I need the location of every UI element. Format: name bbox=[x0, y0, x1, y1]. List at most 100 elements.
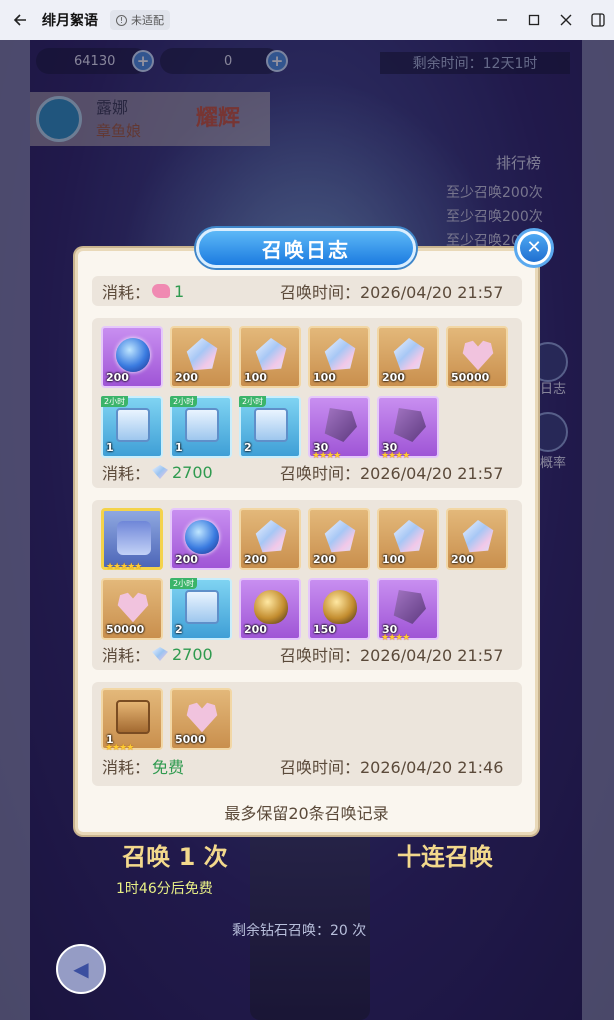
egg-icon bbox=[254, 590, 288, 624]
crystal-icon bbox=[255, 520, 287, 553]
compat-badge: ! 未适配 bbox=[110, 10, 170, 30]
shrimp-ticket-icon bbox=[152, 284, 170, 298]
log-entry-footer: 消耗： 免费 召唤时间：2026/04/20 21:46 bbox=[92, 754, 522, 778]
reward-item-chest[interactable]: 2小时 2 bbox=[239, 396, 301, 458]
sidebar-toggle-icon[interactable] bbox=[582, 0, 614, 40]
reward-item-crystal[interactable]: 200 bbox=[446, 508, 508, 570]
back-button[interactable]: ◀ bbox=[56, 944, 106, 994]
face-icon bbox=[117, 521, 151, 555]
shard-icon bbox=[393, 590, 426, 624]
cost-amount: 2700 bbox=[172, 462, 213, 482]
duration-tag: 2小时 bbox=[170, 578, 198, 589]
item-quantity: 200 bbox=[244, 553, 267, 566]
summon-ten-button[interactable]: 十连召唤 bbox=[360, 832, 530, 876]
chest-icon bbox=[185, 408, 219, 442]
item-quantity: 2 bbox=[175, 623, 183, 636]
heart-icon bbox=[462, 340, 494, 371]
cost-amount: 免费 bbox=[152, 758, 185, 777]
close-icon: ✕ bbox=[520, 234, 548, 262]
item-quantity: 200 bbox=[175, 553, 198, 566]
shard-icon bbox=[324, 408, 357, 442]
log-entry-footer: 消耗： 1 召唤时间：2026/04/20 21:57 bbox=[92, 279, 522, 303]
star-rating: ★★★★★ bbox=[106, 562, 142, 572]
window-controls bbox=[486, 0, 614, 40]
crystal-icon bbox=[186, 338, 218, 371]
reward-item-orb[interactable]: 200 bbox=[101, 326, 163, 388]
cost-amount: 1 bbox=[174, 281, 185, 301]
reward-item-shard[interactable]: 30 ★★★★ bbox=[308, 396, 370, 461]
reward-item-shard[interactable]: 30 ★★★★ bbox=[377, 396, 439, 461]
box-icon bbox=[116, 700, 150, 734]
reward-item-shard[interactable]: 30 ★★★★ bbox=[377, 578, 439, 643]
maximize-icon[interactable] bbox=[518, 0, 550, 40]
chest-icon bbox=[185, 590, 219, 624]
summon-time: 召唤时间：2026/04/20 21:57 bbox=[280, 283, 504, 302]
reward-item-heart[interactable]: 50000 bbox=[446, 326, 508, 388]
shard-icon bbox=[393, 408, 426, 442]
item-quantity: 50000 bbox=[106, 623, 145, 636]
dialog-title: 召唤日志 bbox=[196, 228, 416, 268]
cost-label: 消耗： bbox=[102, 283, 151, 302]
cost-amount: 2700 bbox=[172, 644, 213, 664]
reward-item-chest[interactable]: 2小时 1 bbox=[170, 396, 232, 458]
duration-tag: 2小时 bbox=[239, 396, 267, 407]
minimize-icon[interactable] bbox=[486, 0, 518, 40]
reward-item-crystal[interactable]: 200 bbox=[239, 508, 301, 570]
cost-value: 2700 bbox=[152, 463, 213, 482]
reward-item-crystal[interactable]: 200 bbox=[377, 326, 439, 388]
item-quantity: 1 bbox=[106, 441, 114, 454]
reward-item-orb[interactable]: 200 bbox=[170, 508, 232, 570]
item-quantity: 200 bbox=[175, 371, 198, 384]
reward-item-box[interactable]: 1 ★★★★ bbox=[101, 688, 163, 753]
reward-item-crystal[interactable]: 200 bbox=[170, 326, 232, 388]
summon-time: 召唤时间：2026/04/20 21:46 bbox=[280, 758, 504, 777]
chest-icon bbox=[116, 408, 150, 442]
info-icon: ! bbox=[116, 14, 127, 26]
item-quantity: 100 bbox=[244, 371, 267, 384]
crystal-icon bbox=[462, 520, 494, 553]
diamond-icon bbox=[152, 465, 168, 479]
item-quantity: 100 bbox=[313, 371, 336, 384]
reward-item-egg[interactable]: 150 bbox=[308, 578, 370, 640]
heart-icon bbox=[117, 592, 149, 623]
crystal-icon bbox=[324, 520, 356, 553]
item-quantity: 100 bbox=[382, 553, 405, 566]
reward-item-face[interactable]: ★★★★★ bbox=[101, 508, 163, 572]
reward-item-chest[interactable]: 2小时 2 bbox=[170, 578, 232, 640]
reward-item-crystal[interactable]: 100 bbox=[377, 508, 439, 570]
reward-item-crystal[interactable]: 100 bbox=[239, 326, 301, 388]
reward-item-chest[interactable]: 2小时 1 bbox=[101, 396, 163, 458]
cost-label: 消耗： bbox=[102, 758, 151, 777]
reward-item-crystal[interactable]: 200 bbox=[308, 508, 370, 570]
item-quantity: 200 bbox=[451, 553, 474, 566]
item-quantity: 200 bbox=[313, 553, 336, 566]
close-dialog-button[interactable]: ✕ bbox=[514, 228, 554, 268]
crystal-icon bbox=[393, 520, 425, 553]
cost-value: 2700 bbox=[152, 645, 213, 664]
cost-value: 免费 bbox=[152, 754, 184, 778]
reward-item-heart[interactable]: 50000 bbox=[101, 578, 163, 640]
item-quantity: 5000 bbox=[175, 733, 206, 746]
log-retention-note: 最多保留20条召唤记录 bbox=[224, 804, 389, 823]
cost-value: 1 bbox=[152, 282, 184, 301]
window-titlebar: 绯月絮语 ! 未适配 bbox=[0, 0, 614, 40]
reward-item-crystal[interactable]: 100 bbox=[308, 326, 370, 388]
orb-icon bbox=[185, 520, 219, 554]
duration-tag: 2小时 bbox=[170, 396, 198, 407]
close-window-icon[interactable] bbox=[550, 0, 582, 40]
back-arrow-icon[interactable] bbox=[0, 0, 40, 40]
diamond-icon bbox=[152, 647, 168, 661]
item-quantity: 1 bbox=[175, 441, 183, 454]
item-quantity: 2 bbox=[244, 441, 252, 454]
reward-item-heart[interactable]: 5000 bbox=[170, 688, 232, 750]
reward-item-egg[interactable]: 200 bbox=[239, 578, 301, 640]
chest-icon bbox=[254, 408, 288, 442]
orb-icon bbox=[116, 338, 150, 372]
window-title: 绯月絮语 bbox=[42, 13, 98, 29]
star-rating: ★★★★ bbox=[105, 743, 134, 753]
item-quantity: 200 bbox=[244, 623, 267, 636]
egg-icon bbox=[323, 590, 357, 624]
log-entry-footer: 消耗： 2700 召唤时间：2026/04/20 21:57 bbox=[92, 460, 522, 484]
item-quantity: 200 bbox=[382, 371, 405, 384]
summon-once-button[interactable]: 召唤 1 次 bbox=[100, 832, 250, 876]
